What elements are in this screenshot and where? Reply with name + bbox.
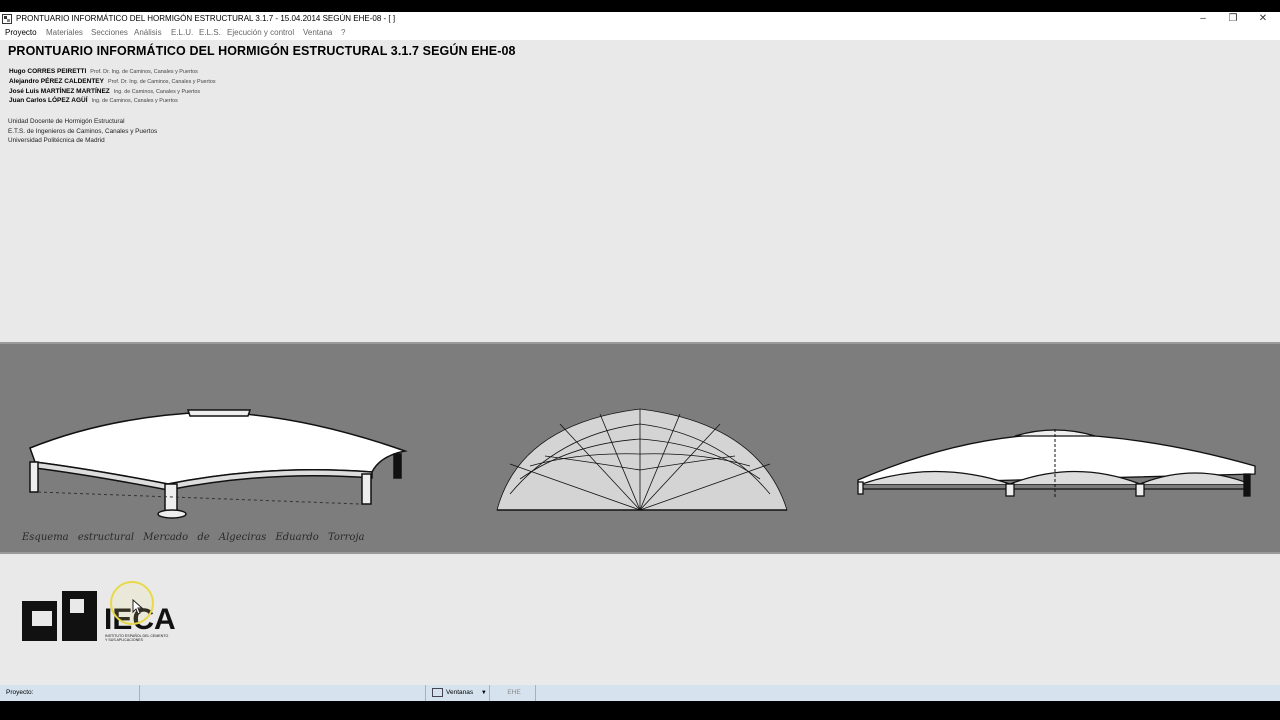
main-content: PRONTUARIO INFORMÁTICO DEL HORMIGÓN ESTR… [0,40,1280,685]
author-name: Juan Carlos LÓPEZ AGÜÍ [9,97,88,104]
windows-dropdown-label: Ventanas [446,689,474,696]
windows-dropdown[interactable]: Ventanas ▼ [428,685,490,701]
author-name: Hugo CORRES PEIRETTI [9,68,87,75]
author-line: Juan Carlos LÓPEZ AGÜÍ Ing. de Caminos, C… [9,97,178,104]
menu-elu[interactable]: E.L.U. [171,26,193,40]
window-title: PRONTUARIO INFORMÁTICO DEL HORMIGÓN ESTR… [16,14,396,23]
author-name: José Luis MARTÍNEZ MARTÍNEZ [9,88,110,95]
institution-line: E.T.S. de Ingenieros de Caminos, Canales… [8,128,158,135]
windows-icon [432,687,443,697]
cursor-highlight [110,581,154,625]
menu-materiales[interactable]: Materiales [46,26,83,40]
menu-secciones[interactable]: Secciones [91,26,128,40]
mouse-pointer-icon [132,599,144,615]
restore-button[interactable]: ❐ [1218,12,1248,26]
menu-ventana[interactable]: Ventana [303,26,332,40]
author-role: Ing. de Caminos, Canales y Puertos [91,98,178,104]
author-name: Alejandro PÉREZ CALDENTEY [9,78,104,85]
menu-els[interactable]: E.L.S. [199,26,221,40]
shell-sketch-left [29,409,408,519]
author-line: Alejandro PÉREZ CALDENTEY Prof. Dr. Ing. … [9,78,216,85]
menu-help[interactable]: ? [341,26,345,40]
author-role: Prof. Dr. Ing. de Caminos, Canales y Pue… [107,79,216,85]
dome-grid-sketch [496,408,788,511]
menu-ejecucion-control[interactable]: Ejecución y control [227,26,294,40]
menu-analisis[interactable]: Análisis [134,26,162,40]
logo-subtitle: Y SUS APLICACIONES [105,638,144,642]
institution-line: Unidad Docente de Hormigón Estructural [8,118,125,125]
status-field [141,685,426,701]
illustration-band: Esquema estructural Mercado de Algeciras… [0,342,1280,554]
elevation-sketch-right [857,429,1256,499]
author-role: Ing. de Caminos, Canales y Puertos [113,89,201,95]
minimize-button[interactable]: – [1188,12,1218,26]
title-bar: PRONTUARIO INFORMÁTICO DEL HORMIGÓN ESTR… [0,12,1280,26]
author-line: José Luis MARTÍNEZ MARTÍNEZ Ing. de Camin… [9,88,200,95]
status-project-label: Proyecto: [6,689,34,696]
app-icon [2,14,12,24]
band-caption: Esquema estructural Mercado de Algeciras… [22,532,365,543]
close-button[interactable]: ✕ [1248,12,1278,26]
author-role: Prof. Dr. Ing. de Caminos, Canales y Pue… [90,69,198,75]
institution-line: Universidad Politécnica de Madrid [8,137,105,144]
page-title: PRONTUARIO INFORMÁTICO DEL HORMIGÓN ESTR… [8,44,516,58]
structure-illustration [29,408,1256,519]
status-project: Proyecto: [0,685,140,701]
status-bar: Proyecto: Ventanas ▼ EHE [0,685,1280,701]
menu-bar: Proyecto Materiales Secciones Análisis E… [0,26,1280,40]
menu-proyecto[interactable]: Proyecto [5,26,37,40]
status-code: EHE [493,685,536,701]
author-line: Hugo CORRES PEIRETTI Prof. Dr. Ing. de Ca… [9,68,198,75]
chevron-down-icon: ▼ [480,690,487,696]
